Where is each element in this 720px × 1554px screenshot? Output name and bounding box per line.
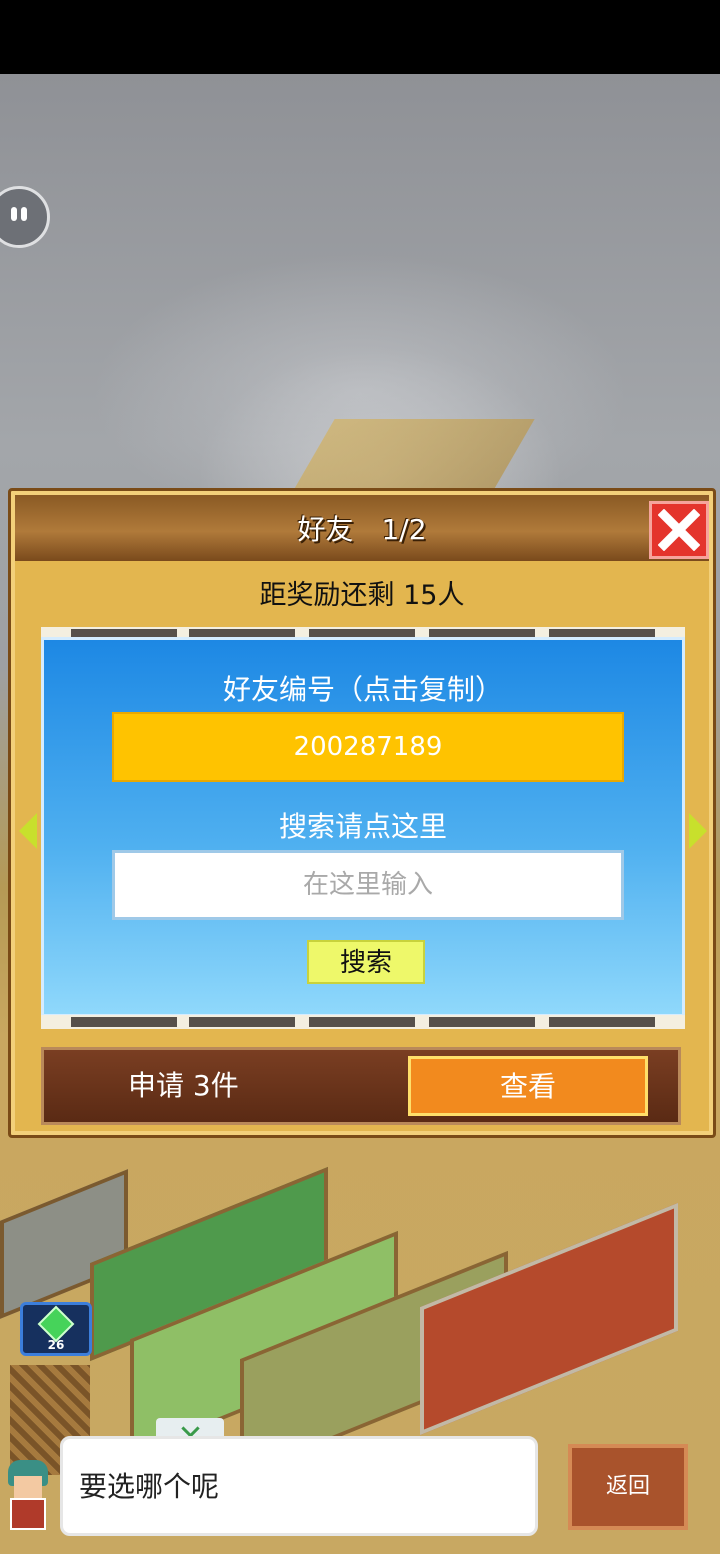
friend-id-label: 好友编号（点击复制） xyxy=(222,673,503,706)
search-button[interactable]: 搜索 xyxy=(307,940,425,984)
friend-id-copy-box[interactable]: 200287189 xyxy=(112,712,624,782)
dialog-title-text: 好友 xyxy=(297,513,354,546)
red-carpet-building xyxy=(420,1202,678,1436)
speech-text: 要选哪个呢 xyxy=(79,1470,220,1503)
next-page-arrow-icon[interactable] xyxy=(689,813,707,849)
advisor-speech-bubble: 要选哪个呢 xyxy=(60,1436,538,1536)
close-icon xyxy=(658,509,700,551)
friend-requests-bar: 申请 3件 查看 xyxy=(41,1047,681,1125)
dialog-title: 好友 1/2 xyxy=(15,495,709,561)
dialog-titlebar: 好友 1/2 xyxy=(15,495,709,561)
back-button[interactable]: 返回 xyxy=(568,1444,688,1530)
farm-scene[interactable] xyxy=(0,1135,720,1478)
panel-rail-bottom xyxy=(41,1015,685,1029)
close-button[interactable] xyxy=(649,501,709,559)
requests-count-text: 申请 3件 xyxy=(128,1069,239,1102)
level-number: 26 xyxy=(47,1338,65,1352)
collapse-tab[interactable] xyxy=(156,1418,224,1438)
gem-icon xyxy=(37,1305,75,1343)
advisor-avatar xyxy=(2,1456,56,1536)
level-badge[interactable]: 26 xyxy=(20,1302,92,1356)
reward-progress-text: 距奖励还剩 15人 xyxy=(259,580,465,611)
friend-search-input[interactable] xyxy=(112,850,624,920)
status-bar xyxy=(0,0,720,74)
chevron-icon xyxy=(181,1419,200,1438)
friends-dialog: 好友 1/2 距奖励还剩 15人 好友编号（点击复制） 200287189 搜索请… xyxy=(8,488,716,1138)
dialog-page-indicator: 1/2 xyxy=(381,513,427,546)
prev-page-arrow-icon[interactable] xyxy=(19,813,37,849)
friend-id-panel: 好友编号（点击复制） 200287189 搜索请点这里 搜索 xyxy=(41,637,685,1017)
view-requests-button[interactable]: 查看 xyxy=(408,1056,648,1116)
search-label: 搜索请点这里 xyxy=(278,810,447,843)
